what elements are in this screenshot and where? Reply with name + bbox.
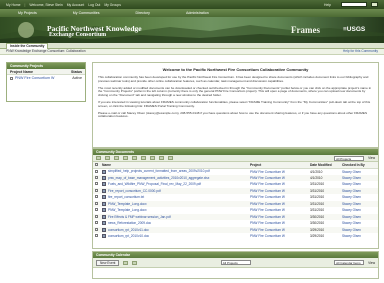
document-link[interactable]: consortium_rpt_2010v11.doc — [108, 228, 149, 232]
separator: | — [24, 2, 26, 7]
breadcrumb-text: PNW Knowledge Exchange Consortium: Colla… — [6, 49, 86, 53]
checkbox[interactable] — [95, 201, 98, 205]
documents-table: Name Project Date Modified Checked In By… — [93, 162, 378, 240]
site-banner: Pacific Northwest Knowledge Exchange Con… — [0, 17, 384, 43]
move-icon[interactable] — [150, 156, 155, 160]
community-documents-panel: Community Documents All Projects View Na… — [92, 148, 379, 249]
nav-my-communities[interactable]: My Communities — [73, 11, 100, 15]
welcome-text: Welcome, Steve Stein — [29, 2, 63, 7]
document-icon — [102, 227, 106, 232]
welcome-paragraph: This collaboration community has been de… — [98, 75, 369, 83]
documents-rows: simplified_help_projects_current_formatt… — [93, 168, 378, 240]
welcome-heading: Welcome to the Pacific Northwest Fire Co… — [162, 67, 309, 72]
document-link[interactable]: consortium_rpt_2010v10.doc — [108, 234, 149, 238]
project-row[interactable]: PNW Fire Consortium W Active — [7, 75, 85, 81]
upload-icon[interactable] — [96, 156, 101, 160]
document-link[interactable]: PNW_Template_Long.docx — [108, 208, 147, 212]
document-link[interactable]: Fire Effects & FMP webinar session_Jan.p… — [108, 215, 171, 219]
document-icon — [102, 175, 106, 180]
checkbox[interactable] — [95, 234, 98, 238]
checkbox[interactable] — [95, 208, 98, 212]
breadcrumb: PNW Knowledge Exchange Consortium: Colla… — [0, 49, 384, 55]
document-icon — [102, 234, 106, 239]
document-link[interactable]: Fuels_and_Wildfire_PNW_Proposal_Final_re… — [108, 182, 201, 186]
checkbox[interactable] — [95, 169, 98, 173]
welcome-paragraph: Please e-mail or call Stacey Olsen (stac… — [98, 110, 368, 119]
nav-my-projects[interactable]: My Projects — [18, 11, 37, 15]
properties-icon[interactable] — [168, 156, 173, 160]
project-link[interactable]: PNW Fire Consortium W — [15, 75, 54, 81]
document-link[interactable]: PNW_Template_Long.docx — [108, 202, 147, 206]
document-name-cell[interactable]: consortium_rpt_2010v10.doc — [100, 233, 248, 240]
document-icon — [102, 214, 106, 219]
community-calendar-panel: Community Calendar New Event All Project… — [92, 251, 379, 279]
groups-link[interactable]: My Groups — [104, 3, 121, 7]
calendar-toolbar: New Event All Projects All Calendar Item… — [93, 258, 378, 268]
top-bar: My Home | Welcome, Steve Stein My Accoun… — [0, 0, 384, 9]
document-icon — [102, 221, 106, 226]
checkbox[interactable] — [95, 214, 98, 218]
previous-icon[interactable] — [123, 260, 129, 265]
nav-administration[interactable]: Administration — [186, 11, 209, 15]
download-icon[interactable] — [105, 156, 110, 160]
account-link[interactable]: My Account — [67, 3, 85, 7]
checkbox[interactable] — [10, 76, 13, 80]
checkbox[interactable] — [95, 162, 98, 166]
document-project[interactable]: PNW Fire Consortium W — [248, 233, 308, 240]
document-link[interactable]: simplified_help_projects_current_formatt… — [108, 169, 210, 173]
document-link[interactable]: Fire_report_consortium_CC.0000.pdf — [108, 189, 161, 193]
project-status: Active — [72, 76, 82, 80]
checkbox[interactable] — [95, 175, 98, 179]
checkbox[interactable] — [95, 182, 98, 186]
banner-title-line2: Exchange Consortium — [49, 32, 107, 38]
calendar-project-select[interactable]: All Projects — [220, 260, 251, 265]
go-button[interactable]: Go — [371, 2, 378, 7]
document-checked-in-by[interactable]: Stacey Olsen — [340, 233, 378, 240]
documents-toolbar: All Projects View — [93, 155, 378, 162]
community-projects-panel: Community Projects Project Name Status P… — [6, 62, 86, 102]
nav-directory[interactable]: Directory — [136, 11, 150, 15]
welcome-panel: Welcome to the Pacific Northwest Fire Co… — [92, 62, 379, 148]
document-icon — [102, 208, 106, 213]
checkbox[interactable] — [95, 188, 98, 192]
frames-logo: Frames — [291, 25, 320, 35]
community-help-link[interactable]: Help for this Community — [343, 49, 378, 54]
logout-link[interactable]: Log Out — [88, 3, 100, 7]
document-link[interactable]: fire_report_consortium.txt — [108, 195, 144, 199]
table-row[interactable]: consortium_rpt_2010v10.doc PNW Fire Conso… — [93, 233, 378, 240]
checkbox[interactable] — [95, 227, 98, 231]
checkbox[interactable] — [95, 221, 98, 225]
view-menu[interactable]: View — [368, 156, 375, 160]
new-event-button[interactable]: New Event — [96, 259, 120, 266]
home-link[interactable]: My Home — [6, 3, 21, 7]
document-link[interactable]: pnw_map_of_base_management_activities_20… — [108, 176, 209, 180]
document-icon — [102, 188, 106, 193]
checkout-icon[interactable] — [123, 156, 128, 160]
view-menu[interactable]: View — [368, 261, 375, 265]
document-date: 3/29/2010 — [310, 234, 325, 239]
copy-icon[interactable] — [159, 156, 164, 160]
row-checkbox-cell[interactable] — [93, 233, 100, 240]
search-input[interactable] — [341, 2, 367, 7]
calendar-type-select[interactable]: All Calendar Items — [334, 260, 365, 265]
checkin-icon[interactable] — [132, 156, 137, 160]
document-icon — [102, 169, 106, 174]
document-icon — [102, 201, 106, 206]
delete-icon[interactable] — [141, 156, 146, 160]
main-nav: My Projects My Communities Directory Adm… — [0, 9, 384, 17]
next-icon[interactable] — [132, 260, 138, 265]
project-filter-select[interactable]: All Projects — [334, 155, 365, 161]
checkbox[interactable] — [95, 195, 98, 199]
document-icon — [102, 182, 106, 187]
welcome-paragraph: If you are interested in viewing tutoria… — [98, 99, 371, 108]
edit-icon[interactable] — [114, 156, 119, 160]
welcome-paragraph: The most recently added or modified docu… — [98, 85, 372, 98]
usgs-logo: ≡USGS — [343, 26, 366, 33]
document-link[interactable]: news_Reforestation_2009.doc — [108, 221, 151, 225]
document-icon — [102, 195, 106, 200]
help-link[interactable]: Help — [324, 3, 331, 7]
